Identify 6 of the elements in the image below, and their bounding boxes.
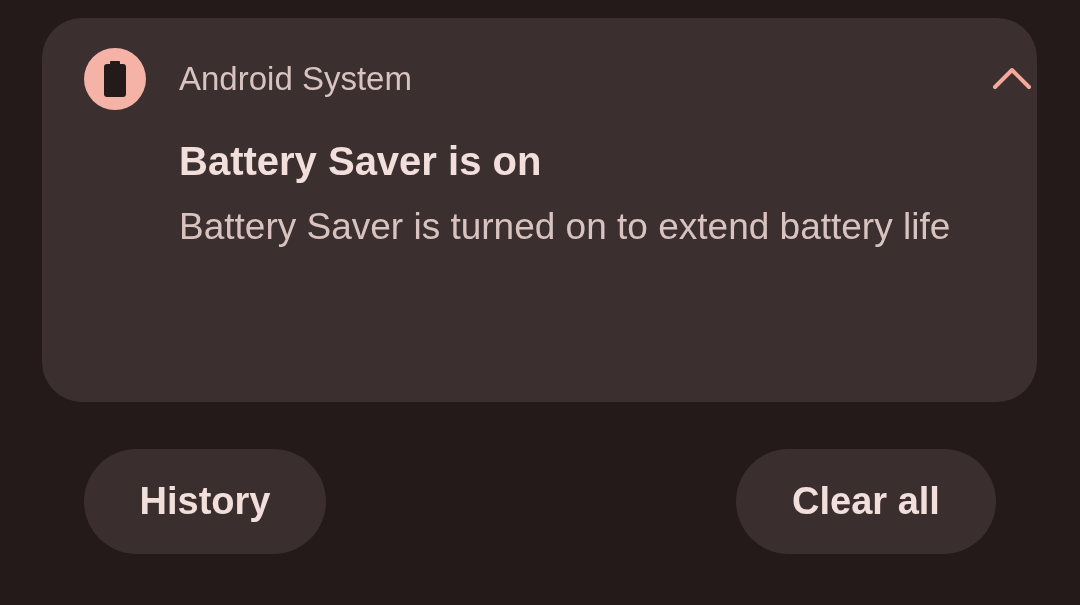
notification-text: Battery Saver is turned on to extend battery life bbox=[179, 205, 952, 249]
collapse-chevron-icon[interactable] bbox=[992, 66, 1032, 90]
notification-title: Battery Saver is on bbox=[179, 138, 543, 185]
app-name: Android System bbox=[179, 59, 413, 99]
history-button[interactable]: History bbox=[84, 449, 326, 554]
clear-all-button[interactable]: Clear all bbox=[736, 449, 996, 554]
